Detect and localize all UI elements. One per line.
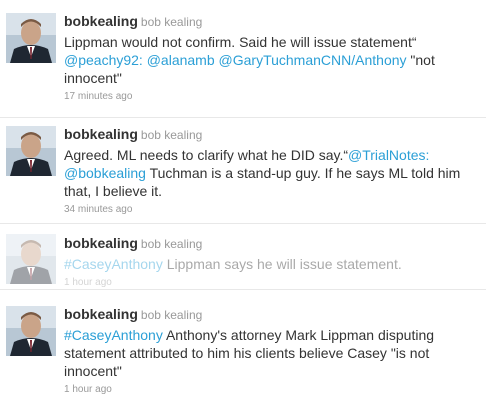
tweet-item: bobkealing bob kealing #CaseyAnthony Anth… — [0, 290, 486, 405]
tweet-timestamp-link[interactable]: 1 hour ago — [64, 277, 112, 288]
tweet-text-body: Agreed. ML needs to clarify what he DID … — [64, 147, 349, 163]
full-name: bob kealing — [140, 15, 203, 29]
avatar-photo-icon — [6, 13, 56, 63]
tweet-content: bobkealing bob kealing Agreed. ML needs t… — [64, 125, 482, 215]
tweet-item: bobkealing bob kealing Lippman would not … — [0, 0, 486, 118]
screen-name-link[interactable]: bobkealing — [64, 126, 138, 142]
screen-name-link[interactable]: bobkealing — [64, 235, 138, 251]
hashtag-link[interactable]: #CaseyAnthony — [64, 256, 163, 272]
tweet-content: bobkealing bob kealing #CaseyAnthony Anth… — [64, 305, 482, 395]
tweet-text: #CaseyAnthony Anthony's attorney Mark Li… — [64, 326, 482, 380]
avatar[interactable] — [6, 126, 56, 176]
tweet-text-body: Lippman says he will issue statement. — [166, 256, 402, 272]
full-name: bob kealing — [140, 308, 203, 322]
full-name: bob kealing — [140, 128, 203, 142]
mention-link[interactable]: @peachy92: — [64, 52, 143, 68]
hashtag-link[interactable]: #CaseyAnthony — [64, 327, 163, 343]
mention-link[interactable]: @TrialNotes: — [348, 147, 429, 163]
full-name: bob kealing — [140, 237, 203, 251]
tweet-text: Lippman would not confirm. Said he will … — [64, 33, 482, 87]
tweet-timeline: bobkealing bob kealing Lippman would not … — [0, 0, 486, 405]
screen-name-link[interactable]: bobkealing — [64, 306, 138, 322]
avatar-photo-icon — [6, 126, 56, 176]
tweet-text: #CaseyAnthony Lippman says he will issue… — [64, 255, 482, 273]
tweet-text-body: Lippman would not confirm. Said he will … — [64, 34, 417, 50]
avatar[interactable] — [6, 13, 56, 63]
tweet-content: bobkealing bob kealing Lippman would not … — [64, 12, 482, 102]
tweet-timestamp-link[interactable]: 1 hour ago — [64, 384, 112, 395]
avatar-photo-icon — [6, 306, 56, 356]
tweet-timestamp-link[interactable]: 17 minutes ago — [64, 91, 132, 102]
tweet-text: Agreed. ML needs to clarify what he DID … — [64, 146, 482, 200]
tweet-item: bobkealing bob kealing #CaseyAnthony Lipp… — [0, 224, 486, 290]
tweet-content: bobkealing bob kealing #CaseyAnthony Lipp… — [64, 234, 482, 288]
avatar-photo-icon — [6, 234, 56, 284]
mention-link[interactable]: @bobkealing — [64, 165, 146, 181]
tweet-timestamp-link[interactable]: 34 minutes ago — [64, 204, 132, 215]
mention-link[interactable]: @alanamb — [147, 52, 215, 68]
screen-name-link[interactable]: bobkealing — [64, 13, 138, 29]
avatar[interactable] — [6, 306, 56, 356]
mention-link[interactable]: @GaryTuchmanCNN/Anthony — [219, 52, 407, 68]
avatar[interactable] — [6, 234, 56, 284]
tweet-item: bobkealing bob kealing Agreed. ML needs t… — [0, 118, 486, 224]
